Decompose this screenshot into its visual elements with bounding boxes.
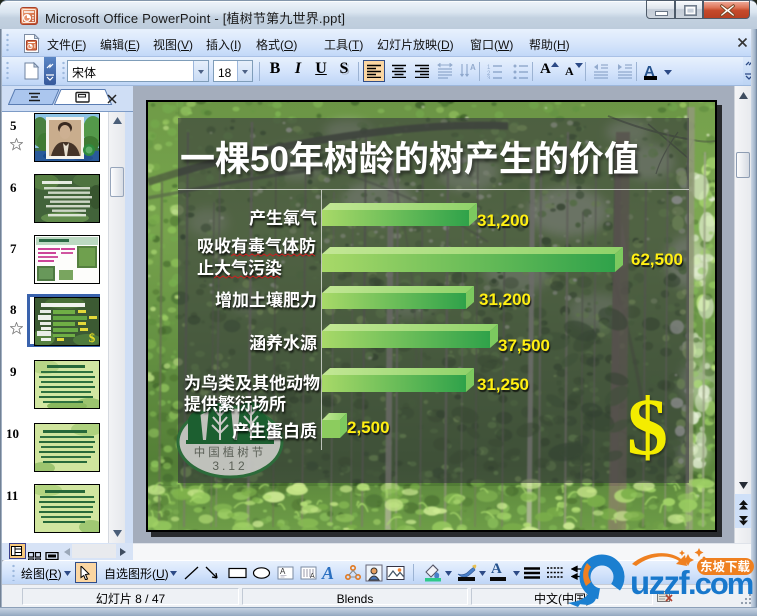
svg-text:3: 3 — [487, 73, 491, 79]
svg-text:A: A — [310, 571, 315, 581]
svg-text:A: A — [280, 566, 286, 577]
svg-text:$: $ — [89, 330, 96, 345]
svg-text:3.12: 3.12 — [212, 457, 247, 474]
svg-text:A: A — [470, 63, 476, 73]
svg-text:uzzf: uzzf — [630, 564, 691, 601]
svg-text:A: A — [321, 563, 334, 582]
svg-text:东坡下载: 东坡下载 — [700, 556, 751, 575]
